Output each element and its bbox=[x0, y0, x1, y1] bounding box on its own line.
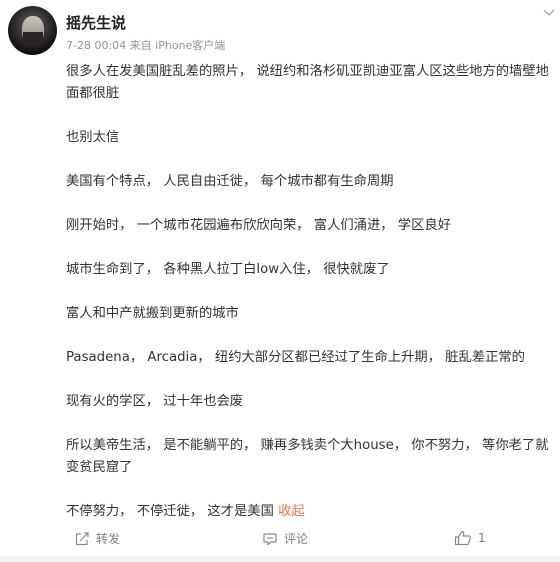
weibo-post: 摇先生说 7-28 00:04 来自 iPhone客户端 很多人在发美国脏乱差的… bbox=[0, 0, 560, 562]
like-count: 1 bbox=[478, 531, 486, 545]
chevron-down-icon[interactable] bbox=[542, 8, 556, 18]
post-paragraph: 现有火的学区， 过十年也会废 bbox=[66, 394, 244, 409]
action-bar: 转发 评论 1 bbox=[0, 526, 560, 552]
share-label: 转发 bbox=[96, 532, 121, 546]
post-paragraph: 所以美帝生活， 是不能躺平的， 赚再多钱卖个大house， 你不努力， 等你老了… bbox=[66, 438, 549, 475]
like-button[interactable]: 1 bbox=[454, 530, 486, 546]
comment-button[interactable]: 评论 bbox=[262, 530, 308, 547]
comment-icon bbox=[263, 532, 277, 545]
post-meta: 7-28 00:04 来自 iPhone客户端 bbox=[66, 39, 226, 52]
author-name[interactable]: 摇先生说 bbox=[66, 12, 126, 33]
comment-label: 评论 bbox=[284, 532, 309, 546]
post-paragraph: 也别太信 bbox=[66, 130, 120, 145]
post-body: 很多人在发美国脏乱差的照片， 说纽约和洛杉矶亚凯迪亚富人区这些地方的墙壁地面都很… bbox=[66, 61, 558, 523]
post-paragraph-text: 不停努力， 不停迁徙， 这才是美国 bbox=[66, 504, 274, 519]
post-paragraph: 刚开始时， 一个城市花园遍布欣欣向荣， 富人们涌进， 学区良好 bbox=[66, 218, 451, 233]
post-paragraph: Pasadena， Arcadia， 纽约大部分区都已经过了生命上升期， 脏乱差… bbox=[66, 350, 525, 365]
feed-divider bbox=[0, 556, 560, 562]
share-button[interactable]: 转发 bbox=[74, 530, 120, 547]
post-paragraph: 美国有个特点， 人民自由迁徙， 每个城市都有生命周期 bbox=[66, 174, 394, 189]
post-last-paragraph: 不停努力， 不停迁徙， 这才是美国 收起 bbox=[66, 501, 558, 523]
share-icon bbox=[75, 531, 89, 545]
post-paragraph: 城市生命到了， 各种黑人拉丁白low入住， 很快就废了 bbox=[66, 262, 390, 277]
thumbs-up-icon bbox=[454, 530, 471, 546]
avatar[interactable] bbox=[8, 6, 57, 55]
avatar-beard bbox=[23, 32, 43, 45]
collapse-link[interactable]: 收起 bbox=[278, 504, 305, 519]
post-paragraph: 很多人在发美国脏乱差的照片， 说纽约和洛杉矶亚凯迪亚富人区这些地方的墙壁地面都很… bbox=[66, 64, 549, 101]
post-paragraph: 富人和中产就搬到更新的城市 bbox=[66, 306, 239, 321]
